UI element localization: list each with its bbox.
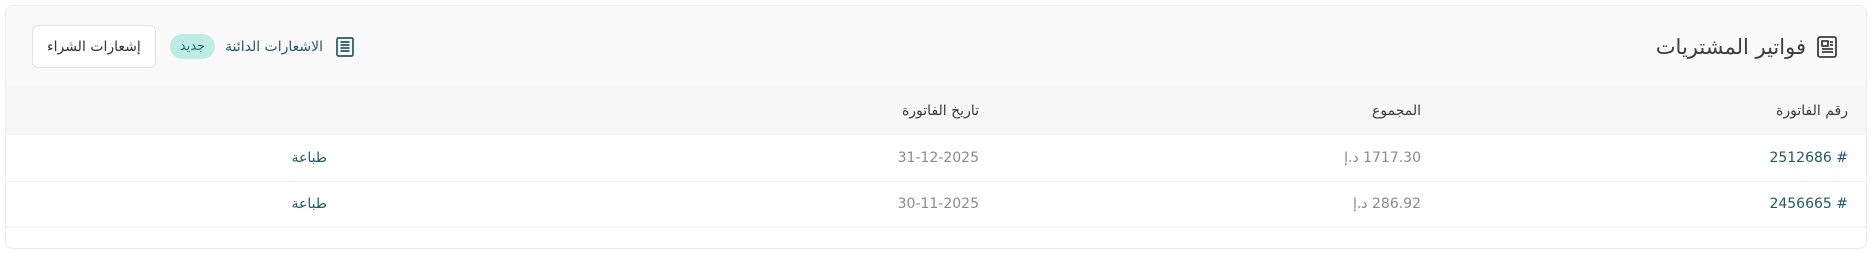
header-actions: الاشعارات الدائنة جديد إشعارات الشراء [32, 25, 357, 68]
credit-notes-label: الاشعارات الدائنة [225, 38, 324, 55]
receipt-icon [1814, 34, 1840, 60]
column-invoice-date: تاريخ الفاتورة [901, 103, 979, 119]
purchase-invoices-card: فواتير المشتريات الاشعارات الدائنة جديد … [5, 5, 1867, 249]
credit-notes-link[interactable]: الاشعارات الدائنة جديد [169, 34, 357, 59]
invoice-total-cell: 286.92 د.إ [1352, 196, 1421, 212]
invoice-actions-cell: طباعة [6, 135, 328, 181]
invoice-actions-cell: طباعة [6, 181, 328, 227]
invoice-total-cell: 1717.30 د.إ [1344, 149, 1421, 166]
purchase-notes-button[interactable]: إشعارات الشراء [32, 25, 156, 68]
invoice-date-cell: 30-11-2025 [897, 196, 979, 212]
table-row: # 2456665 286.92 د.إ 30-11-2025 طباعة [6, 181, 1866, 227]
column-total: المجموع [1372, 103, 1421, 119]
print-link[interactable]: طباعة [24, 150, 328, 166]
invoice-date-cell: 31-12-2025 [897, 149, 979, 166]
table-body: # 2512686 1717.30 د.إ 31-12-2025 طباعة #… [6, 135, 1866, 227]
column-actions [6, 87, 327, 135]
new-badge: جديد [169, 34, 216, 59]
invoice-number-cell[interactable]: # 2512686 [1439, 135, 1866, 181]
print-link[interactable]: طباعة [24, 196, 328, 212]
page-title: فواتير المشتريات [1655, 34, 1806, 59]
invoice-number-cell[interactable]: # 2456665 [1439, 181, 1866, 227]
card-header: فواتير المشتريات الاشعارات الدائنة جديد … [6, 6, 1866, 87]
invoices-table: رقم الفاتورة المجموع تاريخ الفاتورة # 25… [6, 87, 1866, 228]
column-invoice-number: رقم الفاتورة [1776, 103, 1848, 119]
table-header: رقم الفاتورة المجموع تاريخ الفاتورة [6, 87, 1866, 135]
table-row: # 2512686 1717.30 د.إ 31-12-2025 طباعة [6, 135, 1866, 181]
document-list-icon [333, 35, 357, 59]
page-title-group: فواتير المشتريات [1656, 34, 1840, 60]
table-header-row: رقم الفاتورة المجموع تاريخ الفاتورة [6, 87, 1866, 135]
